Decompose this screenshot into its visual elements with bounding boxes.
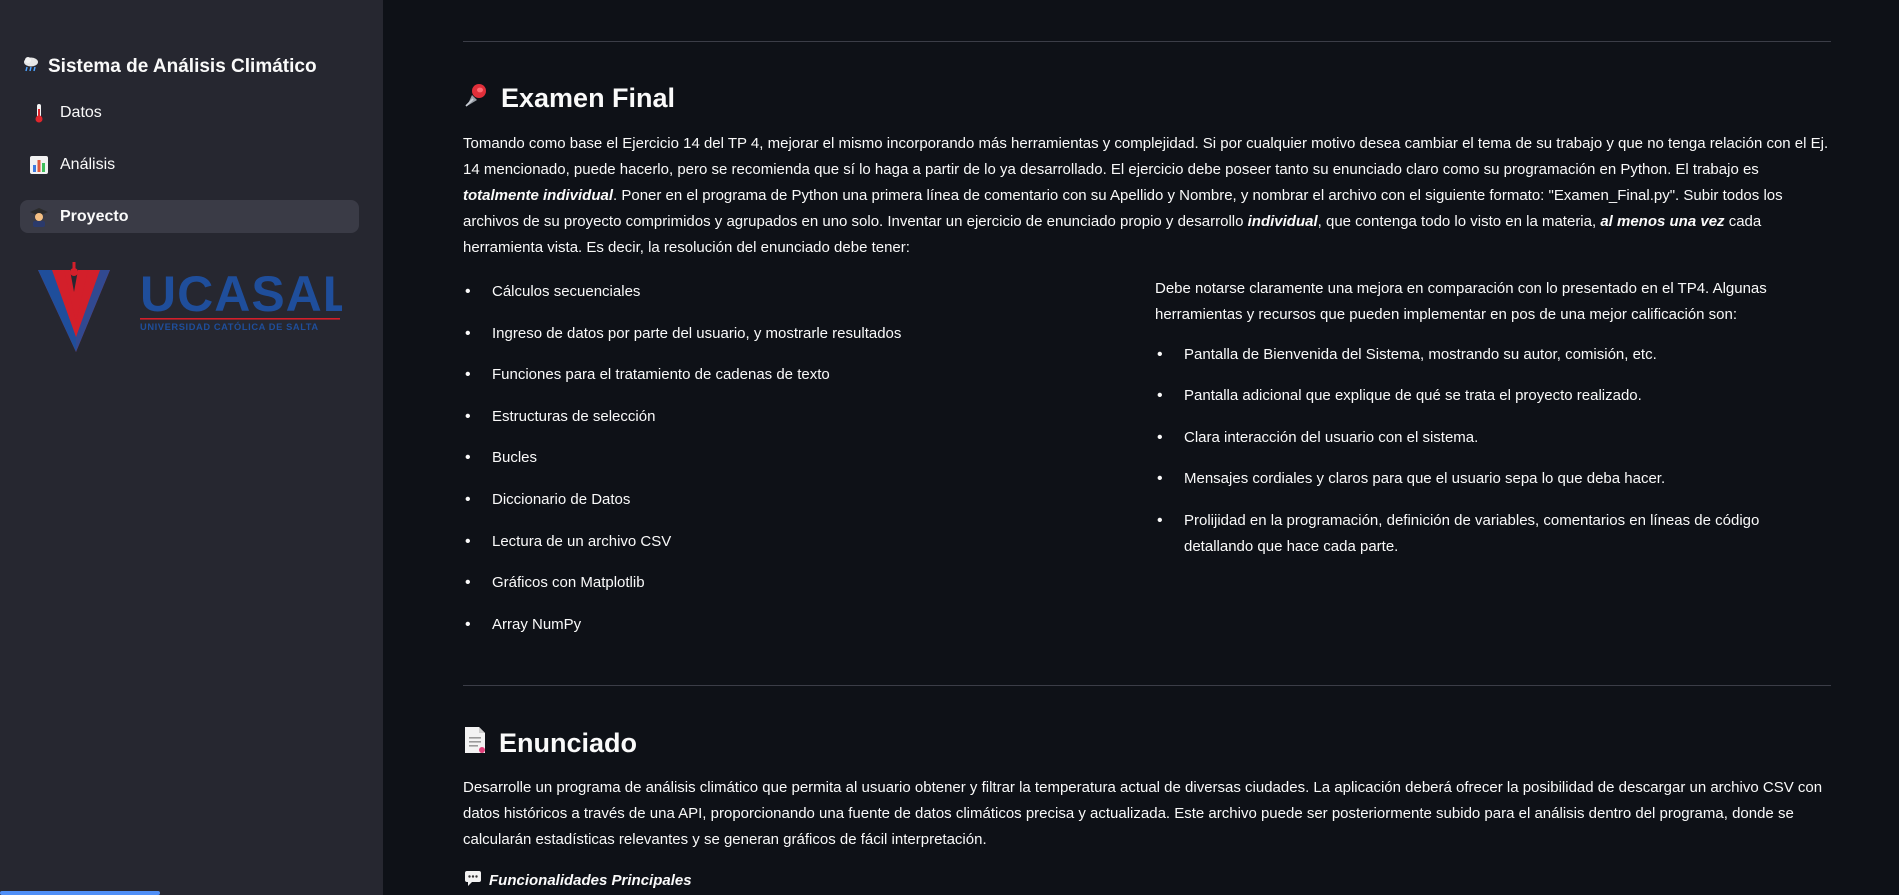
sidebar-item-label: Análisis <box>60 155 116 173</box>
divider <box>463 685 1831 686</box>
statement-title: Enunciado <box>463 726 637 761</box>
app-title-text: Sistema de Análisis Climático <box>48 56 317 77</box>
list-item: Ingreso de datos por parte del usuario, … <box>463 321 1123 347</box>
emphasis-text: individual <box>1247 213 1318 230</box>
ucasal-logo: UCASAL UNIVERSIDAD CATÓLICA DE SALTA <box>36 262 353 354</box>
sidebar-item-datos[interactable]: Datos <box>20 96 359 129</box>
requirements-list: Cálculos secuenciales Ingreso de datos po… <box>463 279 1123 653</box>
svg-text:UCASAL: UCASAL <box>140 266 342 322</box>
list-item: Clara interacción del usuario con el sis… <box>1155 425 1831 451</box>
sidebar-item-label: Proyecto <box>60 207 129 225</box>
statement-description: Desarrolle un programa de análisis climá… <box>463 779 1823 848</box>
list-item: Pantalla de Bienvenida del Sistema, most… <box>1155 342 1831 368</box>
student-icon <box>30 207 48 227</box>
exam-title-text: Examen Final <box>501 83 676 113</box>
list-item: Funciones para el tratamiento de cadenas… <box>463 362 1123 388</box>
list-item: Mensajes cordiales y claros para que el … <box>1155 466 1831 492</box>
improvements-list: Pantalla de Bienvenida del Sistema, most… <box>1155 342 1831 575</box>
list-item: Array NumPy <box>463 612 1123 638</box>
main-content: Examen Final Tomando como base el Ejerci… <box>463 0 1831 895</box>
speech-bubble-icon <box>465 871 481 890</box>
list-item: Gráficos con Matplotlib <box>463 570 1123 596</box>
features-heading: Funcionalidades Principales <box>465 871 692 890</box>
features-heading-text: Funcionalidades Principales <box>489 872 692 889</box>
list-item: Prolijidad en la programación, definició… <box>1155 508 1831 560</box>
divider <box>463 41 1831 42</box>
sidebar-item-analisis[interactable]: Análisis <box>20 148 359 181</box>
emphasis-text: totalmente individual <box>463 187 614 204</box>
paragraph-text: , que contenga todo lo visto en la mater… <box>1317 213 1601 230</box>
exam-description: Tomando como base el Ejercicio 14 del TP… <box>463 131 1831 261</box>
paragraph-text: Tomando como base el Ejercicio 14 del TP… <box>463 135 1829 178</box>
list-item: Cálculos secuenciales <box>463 279 1123 305</box>
page-icon <box>463 726 487 761</box>
scroll-indicator <box>0 891 160 895</box>
list-item: Diccionario de Datos <box>463 487 1123 513</box>
svg-text:UNIVERSIDAD CATÓLICA DE SALTA: UNIVERSIDAD CATÓLICA DE SALTA <box>140 321 319 332</box>
sidebar-nav: Datos Análisis Proyecto <box>20 96 359 252</box>
statement-title-text: Enunciado <box>499 728 638 758</box>
list-item: Pantalla adicional que explique de qué s… <box>1155 383 1831 409</box>
bar-chart-icon <box>30 155 48 174</box>
sidebar: Sistema de Análisis Climático Datos Anál… <box>0 0 383 895</box>
sidebar-item-label: Datos <box>60 103 102 121</box>
exam-title: Examen Final <box>463 82 675 115</box>
improvements-intro: Debe notarse claramente una mejora en co… <box>1155 280 1767 323</box>
thermometer-icon <box>30 103 48 123</box>
sidebar-item-proyecto[interactable]: Proyecto <box>20 200 359 233</box>
emphasis-text: al menos una vez <box>1600 213 1725 230</box>
list-item: Estructuras de selección <box>463 404 1123 430</box>
list-item: Lectura de un archivo CSV <box>463 529 1123 555</box>
pushpin-icon <box>463 82 489 115</box>
app-title: Sistema de Análisis Climático <box>22 55 317 79</box>
list-item: Bucles <box>463 445 1123 471</box>
cloud-rain-icon <box>22 55 40 79</box>
